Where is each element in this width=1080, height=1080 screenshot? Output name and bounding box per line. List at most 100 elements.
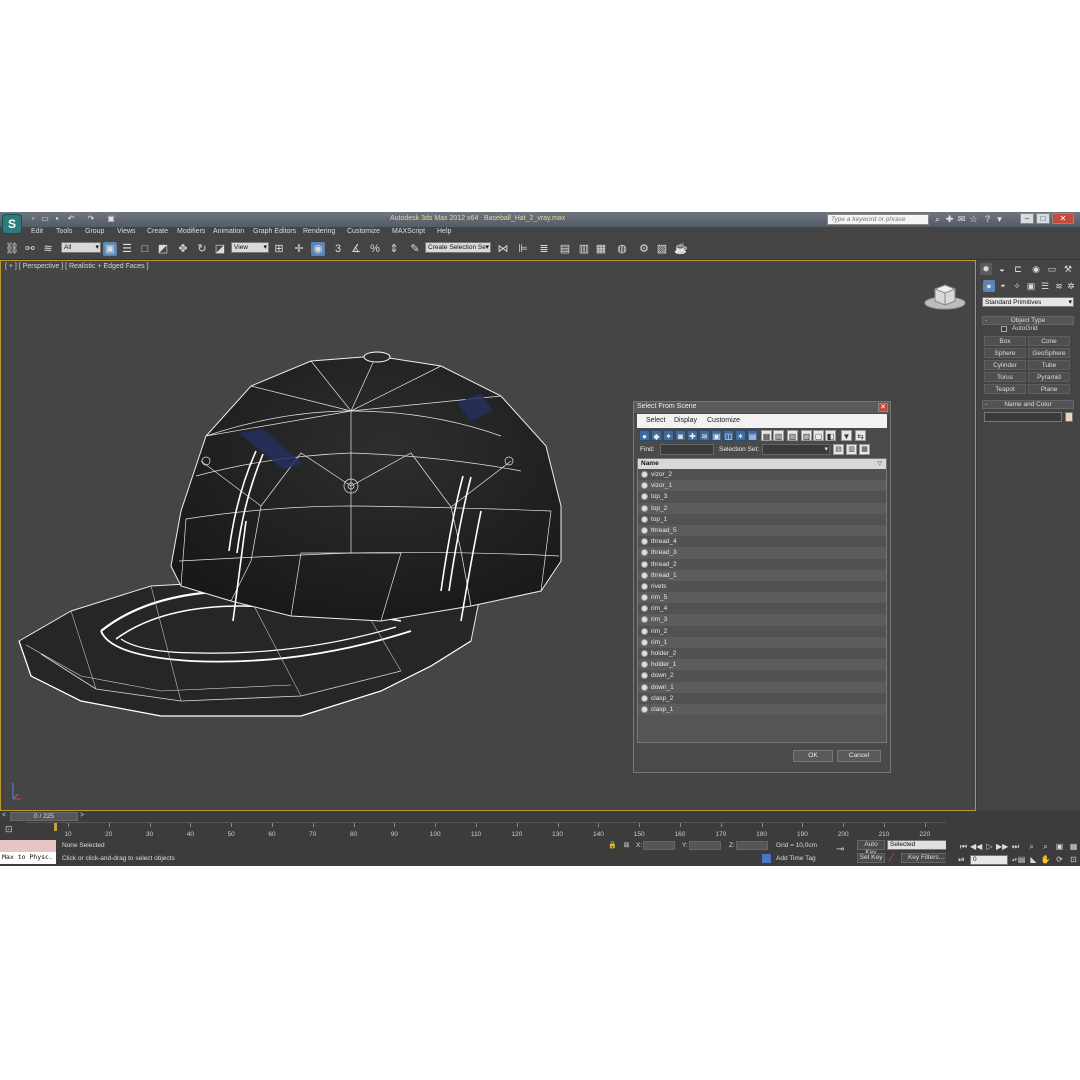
list-item[interactable]: holder_2: [638, 648, 886, 660]
previous-frame-icon[interactable]: ◀◀: [970, 842, 982, 852]
selection-set-key-dropdown[interactable]: Selected: [887, 840, 951, 850]
maxscript-listener[interactable]: Max to Physc.: [0, 840, 56, 864]
manipulate-icon[interactable]: ✛: [292, 242, 306, 256]
object-type-rollout[interactable]: - Object Type: [982, 316, 1074, 325]
tube-button[interactable]: Tube: [1028, 360, 1070, 370]
next-frame-icon[interactable]: ▶▶: [996, 842, 1008, 852]
angle-snap-icon[interactable]: ∡: [349, 242, 363, 256]
list-item[interactable]: thread_3: [638, 547, 886, 559]
list-item[interactable]: down_1: [638, 681, 886, 693]
list-item[interactable]: thread_4: [638, 536, 886, 548]
goto-start-icon[interactable]: ⏮: [958, 842, 969, 852]
bind-space-warp-icon[interactable]: ≋: [41, 242, 55, 256]
display-bones-icon[interactable]: ✶: [735, 430, 746, 441]
maximize-button[interactable]: □: [1036, 213, 1050, 224]
reference-coordinate-dropdown[interactable]: View: [231, 242, 269, 253]
field-of-view-icon[interactable]: ◣: [1028, 855, 1039, 865]
autogrid-checkbox[interactable]: [1001, 326, 1007, 332]
open-file-icon[interactable]: ▭: [40, 214, 50, 224]
absolute-mode-icon[interactable]: ⊠: [622, 841, 631, 850]
display-space-warps-icon[interactable]: ≋: [699, 430, 710, 441]
name-and-color-rollout[interactable]: - Name and Color: [982, 400, 1074, 409]
minimize-button[interactable]: –: [1020, 213, 1034, 224]
zoom-all-icon[interactable]: ⌕: [1040, 842, 1051, 852]
list-item[interactable]: vizor_1: [638, 480, 886, 492]
auto-key-button[interactable]: Auto Key: [857, 840, 885, 856]
communication-center-icon[interactable]: ✉: [956, 214, 967, 225]
display-all-icon[interactable]: ▦: [761, 430, 772, 441]
graphite-tools-icon[interactable]: ▤: [558, 242, 572, 256]
snaps-toggle-icon[interactable]: 3: [331, 242, 345, 256]
percent-snap-icon[interactable]: %: [368, 242, 382, 256]
select-and-rotate-icon[interactable]: ↻: [195, 242, 209, 256]
name-column-header[interactable]: Name ▽: [638, 459, 886, 469]
display-helpers-icon[interactable]: ✚: [687, 430, 698, 441]
cone-button[interactable]: Cone: [1028, 336, 1070, 346]
z-coord-field[interactable]: [736, 841, 768, 850]
material-editor-icon[interactable]: ◍: [615, 242, 629, 256]
list-item[interactable]: rivets: [638, 580, 886, 593]
select-invert-icon[interactable]: ◧: [825, 430, 836, 441]
list-item[interactable]: clasp_1: [638, 703, 886, 716]
unlink-icon[interactable]: ⚯: [23, 242, 37, 256]
pyramid-button[interactable]: Pyramid: [1028, 372, 1070, 382]
close-button[interactable]: ✕: [1052, 213, 1074, 224]
menu-tools[interactable]: Tools: [56, 228, 72, 235]
play-icon[interactable]: ▷: [984, 842, 995, 852]
rendered-frame-window-icon[interactable]: ▨: [655, 242, 669, 256]
select-and-scale-icon[interactable]: ◪: [213, 242, 227, 256]
display-groups-icon[interactable]: ▣: [711, 430, 722, 441]
invert-display-icon[interactable]: ▨: [787, 430, 798, 441]
app-logo-icon[interactable]: S: [2, 214, 22, 234]
mirror-icon[interactable]: ⋈: [496, 242, 510, 256]
select-influences-icon[interactable]: ▦: [859, 444, 870, 455]
list-item[interactable]: holder_1: [638, 659, 886, 671]
list-item[interactable]: rim_2: [638, 625, 886, 637]
select-dependents-icon[interactable]: ▤: [833, 444, 844, 455]
plane-button[interactable]: Plane: [1028, 384, 1070, 394]
menu-modifiers[interactable]: Modifiers: [177, 228, 205, 235]
current-frame-input[interactable]: 0: [970, 855, 1017, 865]
select-by-name-icon[interactable]: ☰: [120, 242, 134, 256]
shapes-category-icon[interactable]: ◓: [997, 280, 1009, 292]
object-name-input[interactable]: [984, 412, 1062, 422]
menu-maxscript[interactable]: MAXScript: [392, 228, 425, 235]
time-slider[interactable]: < 0 / 225 >: [0, 811, 946, 822]
mini-curve-editor-icon[interactable]: ⊡: [5, 824, 13, 835]
selection-filter-dropdown[interactable]: All: [61, 242, 101, 253]
align-icon[interactable]: ⊫: [516, 242, 530, 256]
zoom-extents-icon[interactable]: ▣: [1054, 842, 1065, 852]
pivot-center-icon[interactable]: ⊞: [272, 242, 286, 256]
list-item[interactable]: thread_5: [638, 524, 886, 537]
layer-manager-icon[interactable]: ≣: [537, 242, 551, 256]
set-keys-icon[interactable]: ⊸: [836, 844, 844, 855]
systems-category-icon[interactable]: ✲: [1065, 280, 1077, 292]
select-none-icon[interactable]: ▢: [813, 430, 824, 441]
menu-views[interactable]: Views: [117, 228, 136, 235]
cameras-category-icon[interactable]: ▣: [1025, 280, 1037, 292]
geometry-category-icon[interactable]: ●: [983, 280, 995, 292]
time-tag-icon[interactable]: [762, 854, 771, 863]
help-dropdown-icon[interactable]: ▾: [994, 214, 1005, 225]
list-item[interactable]: top_2: [638, 502, 886, 514]
maxscript-output[interactable]: [0, 840, 56, 852]
filter-icon[interactable]: ▼: [841, 430, 852, 441]
time-slider-prev-icon[interactable]: <: [2, 812, 6, 819]
cancel-button[interactable]: Cancel: [837, 750, 881, 762]
display-geometry-icon[interactable]: ●: [639, 430, 650, 441]
list-item[interactable]: top_3: [638, 491, 886, 503]
y-coord-field[interactable]: [689, 841, 721, 850]
hierarchy-panel-tab-icon[interactable]: ⊏: [1012, 263, 1024, 275]
render-production-icon[interactable]: ☕: [674, 242, 688, 256]
menu-create[interactable]: Create: [147, 228, 168, 235]
window-crossing-icon[interactable]: ◩: [156, 242, 170, 256]
sync-selection-icon[interactable]: ⇆: [855, 430, 866, 441]
menu-animation[interactable]: Animation: [213, 228, 244, 235]
create-panel-tab-icon[interactable]: ✸: [980, 263, 992, 275]
select-object-icon[interactable]: ▣: [103, 242, 117, 256]
search-icon[interactable]: ⌕: [932, 214, 943, 225]
menu-customize[interactable]: Customize: [347, 228, 380, 235]
zoom-icon[interactable]: ⌕: [1026, 842, 1037, 852]
list-item[interactable]: down_2: [638, 670, 886, 682]
select-children-icon[interactable]: ▥: [846, 444, 857, 455]
